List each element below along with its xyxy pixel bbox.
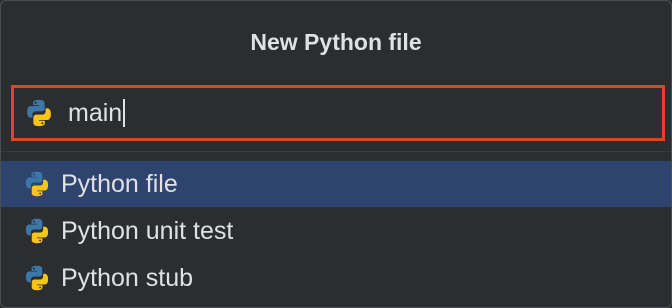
file-name-field[interactable]: main (11, 85, 665, 141)
divider (1, 151, 671, 152)
new-python-file-dialog: New Python file main Python file Python … (0, 0, 672, 308)
dialog-title: New Python file (250, 29, 422, 55)
template-item-python-unit-test[interactable]: Python unit test (1, 208, 671, 254)
text-caret (123, 99, 126, 127)
template-item-label: Python file (61, 169, 178, 198)
python-icon (23, 217, 51, 245)
template-item-label: Python unit test (61, 216, 234, 245)
python-icon (23, 170, 51, 198)
python-icon (23, 264, 51, 292)
file-name-value: main (68, 98, 123, 127)
file-name-input[interactable]: main (68, 98, 126, 128)
python-icon (24, 98, 54, 128)
template-item-python-file[interactable]: Python file (1, 161, 671, 207)
template-list: Python file Python unit test Python stub (1, 161, 671, 302)
template-item-python-stub[interactable]: Python stub (1, 255, 671, 301)
template-item-label: Python stub (61, 263, 194, 292)
